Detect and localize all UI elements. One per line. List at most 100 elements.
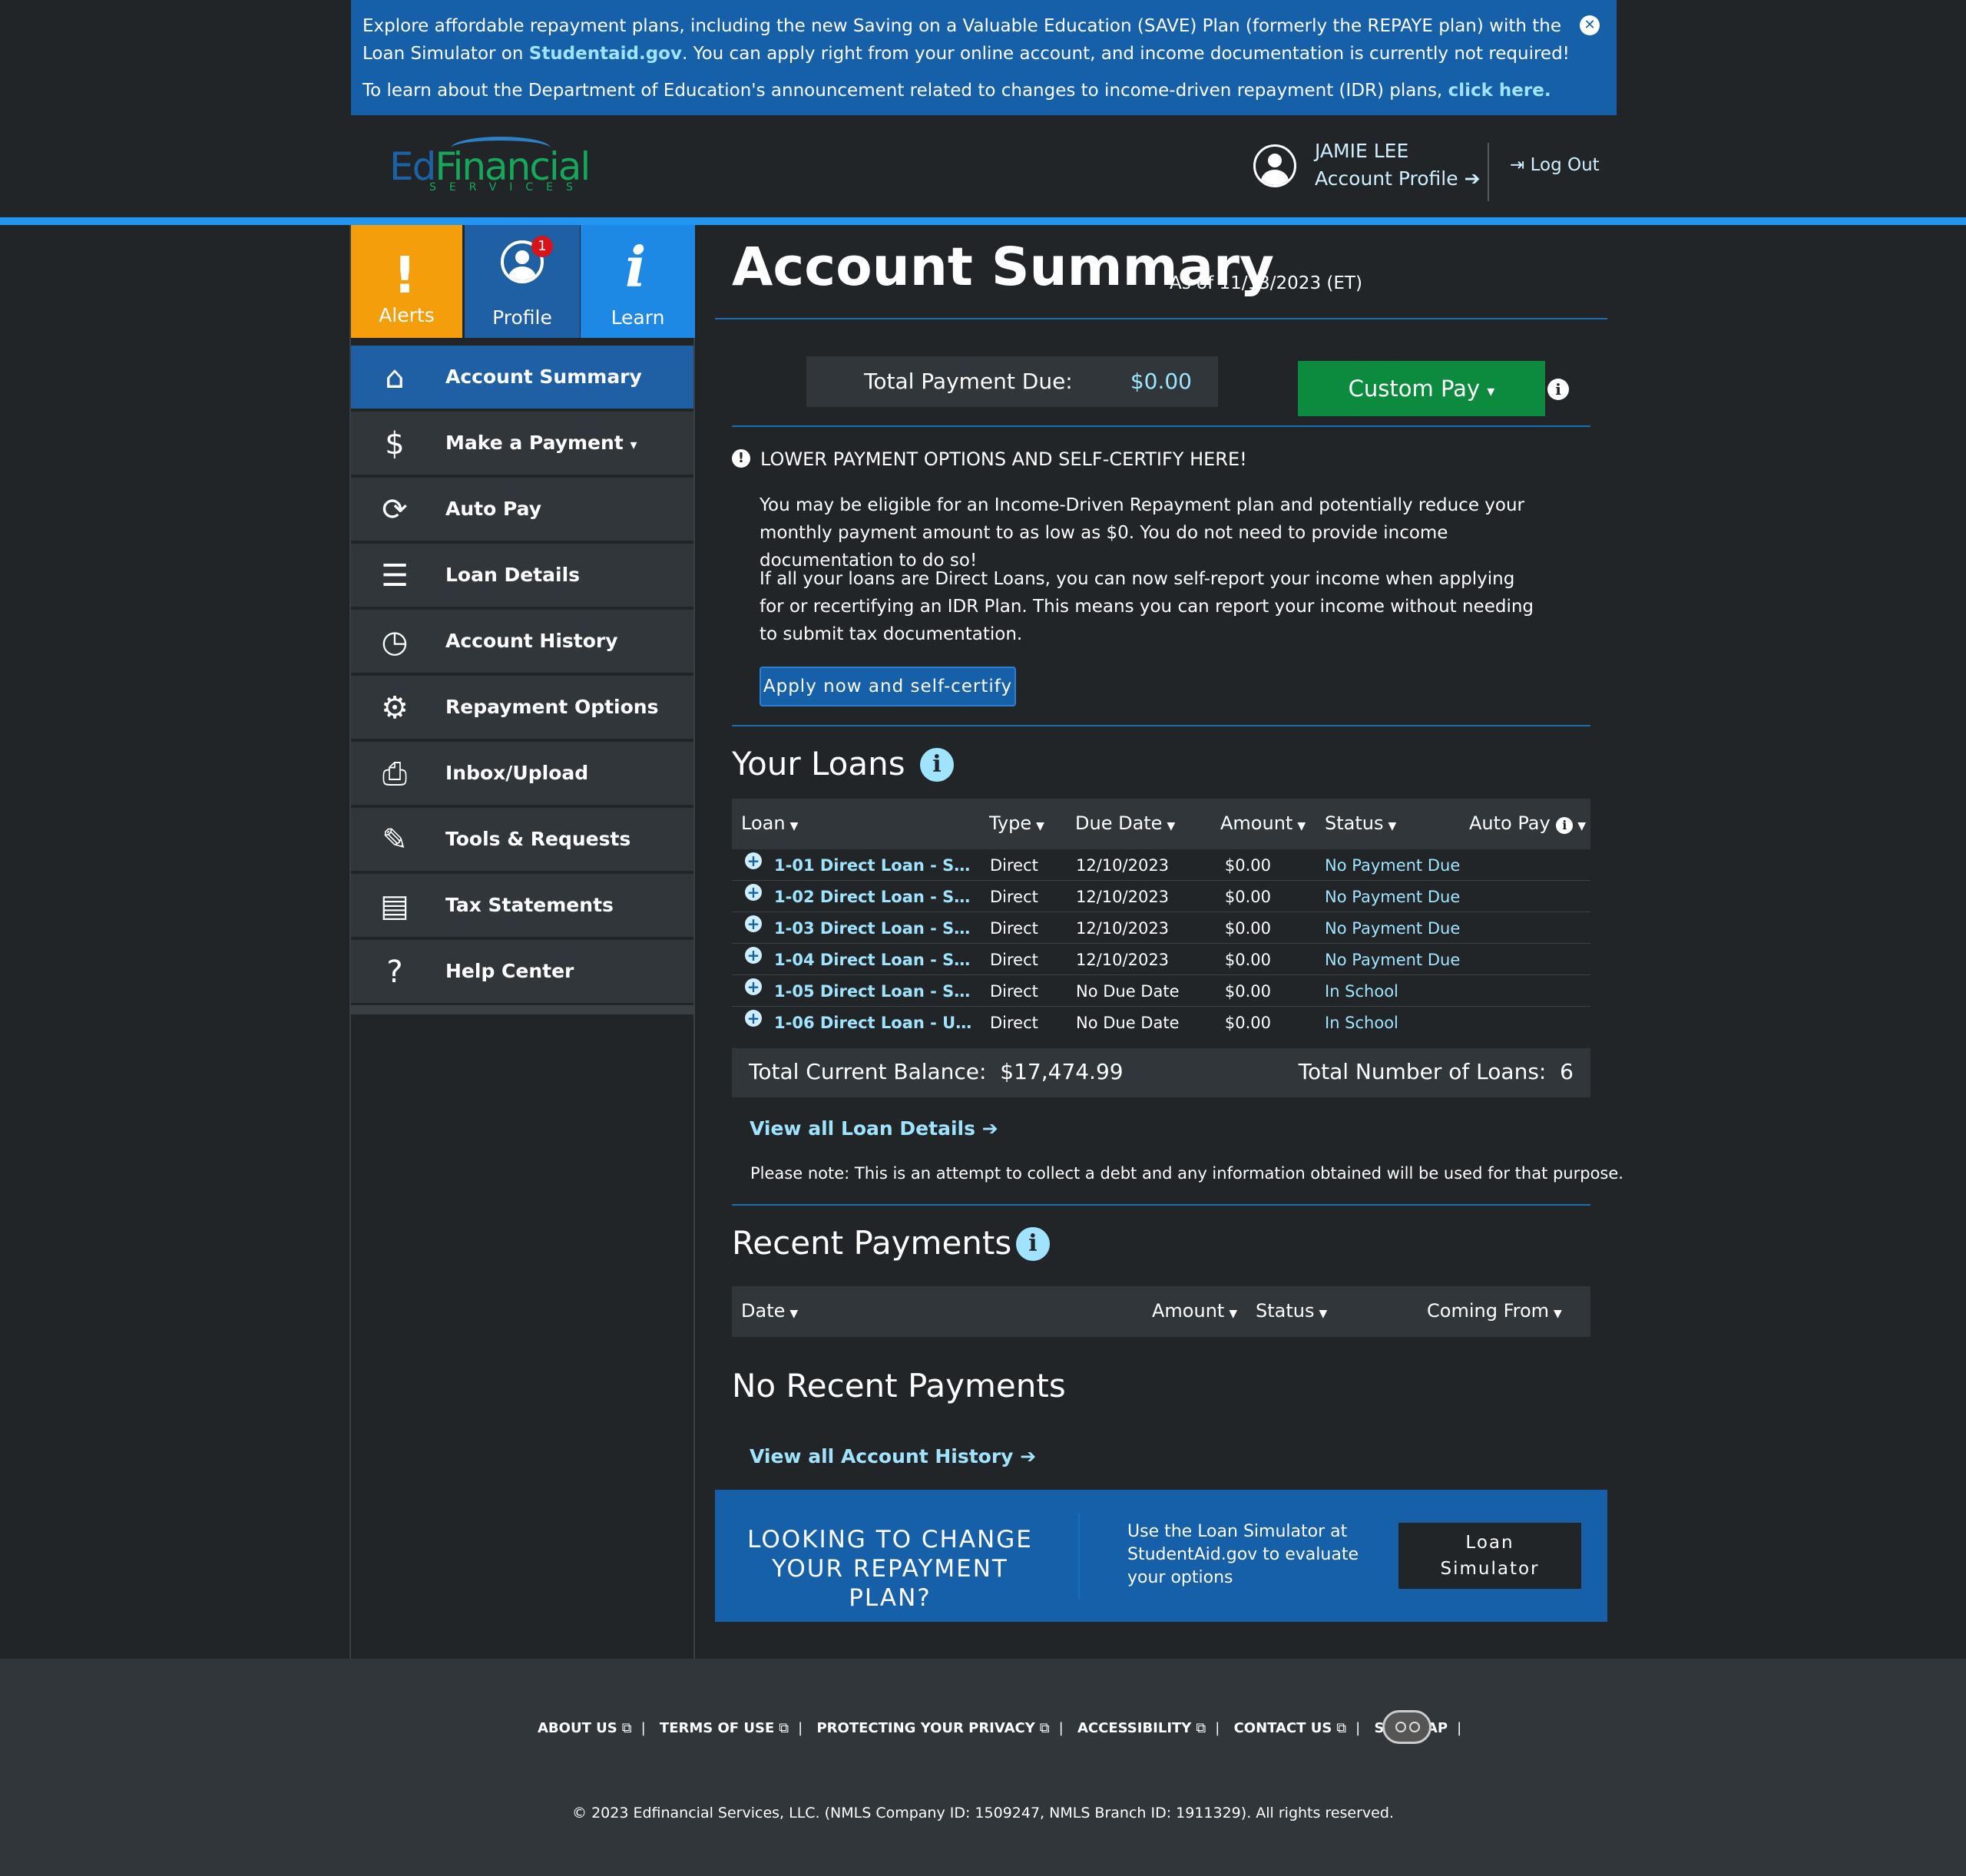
- payments-table-header: Date ▼ Amount ▼ Status ▼ Coming From ▼: [732, 1286, 1590, 1337]
- total-payment-due: Total Payment Due: $0.00: [806, 356, 1218, 407]
- tile-learn[interactable]: i Learn: [581, 225, 695, 338]
- loan-link[interactable]: 1-06 Direct Loan - Unsubs...: [774, 1014, 978, 1032]
- col-status[interactable]: Status ▼: [1325, 812, 1396, 834]
- col-loan[interactable]: Loan ▼: [741, 812, 798, 834]
- sidebar-item-tax-statements[interactable]: ▤ Tax Statements: [351, 874, 693, 938]
- wrench-icon: ✎: [382, 822, 408, 858]
- expand-icon[interactable]: +: [745, 884, 762, 901]
- sidebar-item-account-summary[interactable]: ⌂ Account Summary: [351, 346, 693, 410]
- divider: [732, 725, 1590, 726]
- arrow-right-icon: ➔: [1020, 1445, 1037, 1467]
- arrow-right-icon: ➔: [1464, 167, 1481, 190]
- sidebar-item-account-history[interactable]: ◷ Account History: [351, 610, 693, 674]
- chevron-down-icon: ▾: [630, 437, 637, 453]
- apply-self-certify-button[interactable]: Apply now and self-certify: [760, 667, 1016, 706]
- sidebar-item-tools-requests[interactable]: ✎ Tools & Requests: [351, 808, 693, 872]
- user-avatar-icon: [1253, 144, 1296, 187]
- banner-line-2: To learn about the Department of Educati…: [362, 81, 1551, 101]
- col-type[interactable]: Type ▼: [989, 812, 1044, 834]
- footer-link-about-us[interactable]: ABOUT US ⧉: [538, 1720, 632, 1736]
- chatbot-icon[interactable]: [1382, 1710, 1431, 1744]
- exclamation-icon: !: [393, 246, 417, 305]
- col-due-date[interactable]: Due Date ▼: [1075, 812, 1175, 834]
- expand-icon[interactable]: +: [745, 1010, 762, 1027]
- col-date[interactable]: Date ▼: [741, 1300, 798, 1322]
- click-here-link[interactable]: click here.: [1448, 81, 1551, 101]
- clock-icon: ◷: [381, 624, 409, 660]
- debt-collection-note: Please note: This is an attempt to colle…: [750, 1164, 1623, 1183]
- dollar-icon: $: [385, 426, 405, 462]
- divider: [715, 318, 1607, 319]
- logout-link[interactable]: ⇥ Log Out: [1510, 155, 1600, 175]
- studentaid-link[interactable]: Studentaid.gov: [529, 44, 682, 64]
- sidebar-item-loan-details[interactable]: ☰ Loan Details: [351, 544, 693, 608]
- logout-icon: ⇥: [1510, 155, 1525, 175]
- loan-link[interactable]: 1-02 Direct Loan - Subsidi...: [774, 888, 978, 906]
- info-icon[interactable]: i: [1556, 817, 1574, 834]
- external-link-icon: ⧉: [1196, 1720, 1206, 1736]
- loan-link[interactable]: 1-05 Direct Loan - Subsidi...: [774, 982, 978, 1001]
- sidebar-item-help-center[interactable]: ? Help Center: [351, 940, 693, 1004]
- close-icon[interactable]: ✕: [1580, 15, 1600, 35]
- expand-icon[interactable]: +: [745, 978, 762, 995]
- view-all-loan-details-link[interactable]: View all Loan Details ➔: [750, 1117, 998, 1140]
- help-icon: ?: [386, 955, 403, 990]
- col-amount[interactable]: Amount ▼: [1152, 1300, 1237, 1322]
- exclamation-circle-icon: !: [732, 449, 750, 468]
- footer-link-accessibility[interactable]: ACCESSIBILITY ⧉: [1077, 1720, 1206, 1736]
- user-name: JAMIE LEE: [1315, 140, 1409, 162]
- footer: ABOUT US ⧉ | TERMS OF USE ⧉ | PROTECTING YOU…: [0, 1659, 1966, 1876]
- sidebar-item-repayment-options[interactable]: ⚙ Repayment Options: [351, 676, 693, 740]
- edfinancial-logo[interactable]: EdFinancial SERVICES: [389, 137, 591, 198]
- divider: [732, 425, 1590, 427]
- external-link-icon: ⧉: [779, 1720, 789, 1736]
- table-row: + 1-01 Direct Loan - Subsidi... Direct 1…: [732, 849, 1590, 881]
- tile-profile[interactable]: 1 Profile: [465, 225, 580, 338]
- sidebar-item-auto-pay[interactable]: ⟳ Auto Pay: [351, 478, 693, 542]
- promo-question: LOOKING TO CHANGE YOUR REPAYMENT PLAN?: [747, 1526, 1033, 1612]
- list-icon: ☰: [381, 558, 409, 594]
- loan-link[interactable]: 1-01 Direct Loan - Subsidi...: [774, 856, 978, 875]
- chevron-down-icon: ▾: [1487, 382, 1495, 400]
- info-icon: i: [625, 234, 647, 299]
- external-link-icon: ⧉: [621, 1720, 632, 1736]
- loan-totals: Total Current Balance: $17,474.99 Total …: [732, 1048, 1590, 1097]
- loan-link[interactable]: 1-04 Direct Loan - Subsidi...: [774, 951, 978, 969]
- col-auto-pay[interactable]: Auto Pay i ▼: [1469, 812, 1586, 834]
- col-status[interactable]: Status ▼: [1256, 1300, 1327, 1322]
- header-accent-bar: [0, 217, 1966, 225]
- expand-icon[interactable]: +: [745, 852, 762, 869]
- account-profile-link[interactable]: Account Profile ➔: [1315, 167, 1481, 190]
- table-row: + 1-05 Direct Loan - Subsidi... Direct N…: [732, 975, 1590, 1007]
- gear-icon: ⚙: [381, 690, 409, 726]
- auto-pay-icon: ⟳: [382, 492, 408, 528]
- loan-simulator-promo: LOOKING TO CHANGE YOUR REPAYMENT PLAN? Us…: [715, 1490, 1607, 1622]
- sidebar-item-make-a-payment[interactable]: $ Make a Payment ▾: [351, 412, 693, 476]
- lower-payment-text: You may be eligible for an Income-Driven…: [760, 495, 1525, 571]
- loan-simulator-button[interactable]: Loan Simulator: [1398, 1523, 1581, 1589]
- footer-link-terms-of-use[interactable]: TERMS OF USE ⧉: [660, 1720, 789, 1736]
- info-icon[interactable]: i: [920, 748, 954, 782]
- promo-description: Use the Loan Simulator at StudentAid.gov…: [1127, 1522, 1359, 1587]
- arrow-right-icon: ➔: [981, 1117, 998, 1140]
- total-balance: $17,474.99: [1000, 1059, 1124, 1084]
- sidebar-item-inbox-upload[interactable]: ⎙ Inbox/Upload: [351, 742, 693, 806]
- notification-badge: 1: [531, 236, 553, 257]
- info-icon[interactable]: i: [1547, 379, 1569, 400]
- tile-alerts[interactable]: ! Alerts: [351, 225, 462, 338]
- expand-icon[interactable]: +: [745, 947, 762, 964]
- lower-payment-heading: LOWER PAYMENT OPTIONS AND SELF-CERTIFY H…: [760, 448, 1247, 470]
- expand-icon[interactable]: +: [745, 915, 762, 932]
- loans-table-header: Loan ▼ Type ▼ Due Date ▼ Amount ▼ Status ▼ Au…: [732, 799, 1590, 849]
- copyright: © 2023 Edfinancial Services, LLC. (NMLS …: [572, 1805, 1394, 1821]
- loan-link[interactable]: 1-03 Direct Loan - Subsidi...: [774, 919, 978, 938]
- col-coming-from[interactable]: Coming From ▼: [1427, 1300, 1562, 1322]
- info-icon[interactable]: i: [1016, 1227, 1050, 1261]
- footer-link-privacy[interactable]: PROTECTING YOUR PRIVACY ⧉: [816, 1720, 1049, 1736]
- footer-link-contact-us[interactable]: CONTACT US ⧉: [1234, 1720, 1347, 1736]
- table-row: + 1-04 Direct Loan - Subsidi... Direct 1…: [732, 944, 1590, 975]
- view-all-account-history-link[interactable]: View all Account History ➔: [750, 1445, 1036, 1467]
- sidebar-footer-strip: [351, 1005, 693, 1014]
- custom-pay-button[interactable]: Custom Pay ▾: [1298, 361, 1545, 416]
- col-amount[interactable]: Amount ▼: [1220, 812, 1306, 834]
